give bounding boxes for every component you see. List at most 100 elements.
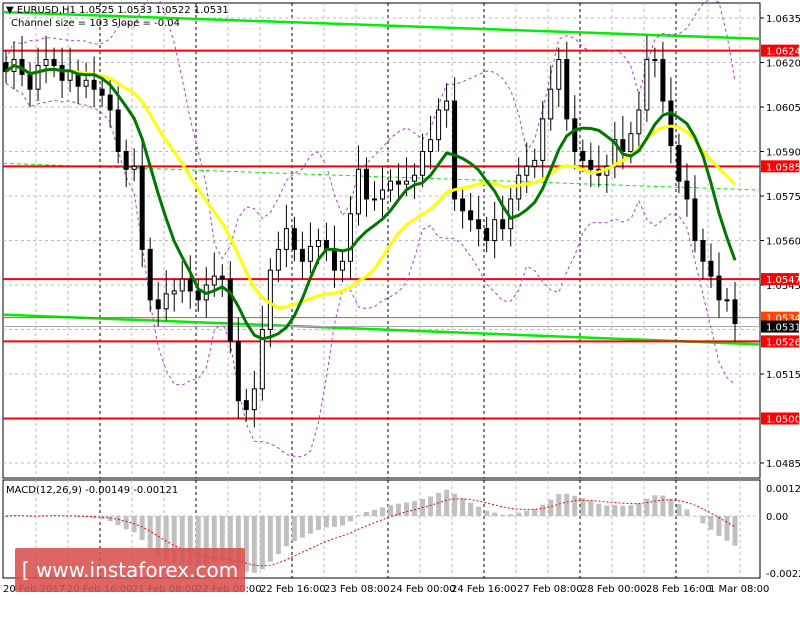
candle-body (469, 211, 473, 220)
candle-body (124, 152, 128, 170)
candle-body (244, 401, 248, 410)
macd-histogram-bar (468, 503, 473, 516)
macd-histogram-bar (404, 502, 409, 516)
candle-body (172, 291, 176, 294)
candle-body (60, 65, 64, 80)
ohlc-values: 1.0525 1.0533 1:0522 1.0531 (79, 5, 229, 16)
candle-body (220, 276, 224, 279)
candle-body (589, 160, 593, 169)
candle-body (356, 169, 360, 214)
macd-histogram-bar (628, 505, 633, 516)
candle-body (733, 300, 737, 324)
candle-body (308, 246, 312, 261)
candle-body (581, 152, 585, 161)
current-price-label: 1.0531 (766, 323, 800, 334)
candle-body (693, 199, 697, 241)
candle-body (156, 300, 160, 309)
candle-body (381, 190, 385, 199)
macd-histogram-bar (340, 516, 345, 526)
channel-note: Channel size = 103 Slope = -0.04 (11, 18, 180, 29)
macd-y-tick-label: 0.00123 (766, 484, 800, 495)
candle-body (413, 175, 417, 181)
candle-body (100, 89, 104, 95)
level-price-label: 1.0547 (766, 275, 800, 286)
macd-histogram-bar (508, 514, 513, 516)
macd-histogram-bar (380, 507, 385, 516)
level-price-label: 1.0526 (766, 337, 800, 348)
candle-body (725, 300, 729, 301)
macd-histogram-bar (660, 496, 665, 516)
collapse-triangle-icon[interactable]: ▼ (6, 5, 14, 16)
candle-body (485, 229, 489, 241)
level-price-label: 1.0500 (766, 415, 800, 426)
macd-histogram-bar (644, 499, 649, 516)
macd-histogram-bar (124, 516, 129, 529)
macd-histogram-bar (676, 504, 681, 516)
macd-histogram-bar (324, 516, 329, 527)
candle-body (557, 60, 561, 90)
y-tick-label: 1.0635 (766, 14, 800, 25)
candle-body (164, 294, 168, 309)
macd-histogram-bar (588, 501, 593, 516)
candle-body (252, 389, 256, 410)
macd-histogram-bar (652, 495, 657, 516)
y-tick-label: 1.0620 (766, 59, 800, 70)
candle-body (276, 249, 280, 270)
candle-body (669, 101, 673, 146)
macd-histogram-bar (412, 501, 417, 516)
candle-body (44, 60, 48, 66)
candle-body (132, 166, 136, 169)
candle-body (36, 65, 40, 89)
macd-histogram-bar (708, 516, 713, 530)
macd-histogram-bar (476, 507, 481, 516)
macd-histogram-bar (260, 516, 265, 569)
candle-body (493, 220, 497, 241)
macd-histogram-bar (300, 516, 305, 538)
candle-body (108, 95, 112, 110)
candle-body (148, 249, 152, 299)
candle-body (429, 140, 433, 152)
candle-body (389, 181, 393, 190)
macd-y-tick-label: 0.00 (766, 512, 788, 523)
candle-body (453, 101, 457, 199)
candle-body (116, 110, 120, 152)
candle-body (196, 291, 200, 300)
y-tick-label: 1.0590 (766, 148, 800, 159)
candle-body (517, 175, 521, 199)
candle-body (188, 279, 192, 291)
candle-body (461, 199, 465, 211)
macd-histogram-bar (596, 504, 601, 516)
macd-histogram-bar (716, 516, 721, 536)
macd-histogram-bar (388, 505, 393, 516)
macd-histogram-bar (516, 513, 521, 516)
macd-histogram-bar (700, 516, 705, 523)
candle-body (332, 249, 336, 270)
macd-histogram-bar (276, 516, 281, 554)
macd-histogram-bar (116, 516, 121, 525)
candle-body (212, 276, 216, 285)
candle-body (316, 241, 320, 247)
candle-body (645, 60, 649, 110)
candle-body (284, 229, 288, 250)
macd-histogram-bar (452, 494, 457, 516)
y-tick-label: 1.0560 (766, 237, 800, 248)
macd-histogram-bar (580, 498, 585, 516)
macd-histogram-bar (396, 504, 401, 516)
candle-body (477, 220, 481, 229)
macd-histogram-bar (460, 498, 465, 516)
candle-body (340, 261, 344, 270)
candle-body (437, 110, 441, 140)
macd-histogram-bar (500, 515, 505, 516)
price-chart: 1.06351.06201.06051.05901.05751.05601.05… (0, 0, 800, 600)
candle-body (677, 146, 681, 182)
candle-body (52, 60, 56, 66)
macd-histogram-bar (444, 490, 449, 516)
x-tick-label: 24 Feb 00:00 (390, 584, 456, 595)
macd-histogram-bar (348, 516, 353, 521)
level-price-label: 1.0624 (766, 47, 800, 58)
macd-histogram-bar (492, 513, 497, 516)
candle-body (268, 270, 272, 329)
macd-histogram-bar (548, 500, 553, 516)
candle-body (637, 110, 641, 134)
candle-body (709, 261, 713, 276)
